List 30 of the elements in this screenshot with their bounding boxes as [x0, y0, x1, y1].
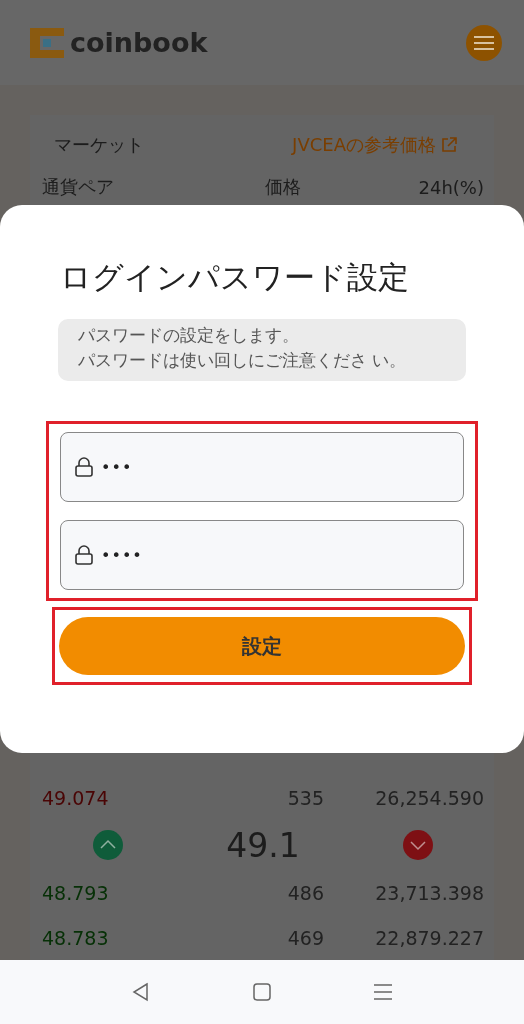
- notice-text: パスワードは使い回しにご注意くださ い。: [78, 350, 408, 372]
- password-field[interactable]: ••••: [60, 520, 464, 590]
- bid-price: 48.793: [42, 881, 110, 904]
- menu-icon: [474, 35, 494, 50]
- dialog-title: ログインパスワード設定: [60, 258, 410, 297]
- home-icon[interactable]: [252, 982, 272, 1002]
- market-title: マーケット: [54, 133, 144, 157]
- ask-price: 49.074: [42, 786, 110, 809]
- password-field[interactable]: •••: [60, 432, 464, 502]
- total-cell-text: 22,879.227: [374, 926, 484, 949]
- logo-icon: [30, 27, 64, 58]
- column-header: 通貨ペア: [42, 175, 115, 199]
- total-cell-text: 23,713.398: [374, 881, 484, 904]
- logo-text: coinbook: [70, 27, 208, 58]
- amount-cell-text: 535: [286, 786, 324, 809]
- back-icon[interactable]: [130, 982, 151, 1002]
- menu-icon[interactable]: [373, 982, 394, 1002]
- lock-icon: [75, 457, 93, 477]
- bid-price: 48.783: [42, 926, 110, 949]
- mid-price: 49.1: [226, 825, 300, 865]
- menu-button[interactable]: [466, 24, 502, 61]
- external-link-icon: [440, 136, 458, 154]
- amount-cell-text: 486: [286, 881, 324, 904]
- notice-text: パスワードの設定をします。: [78, 325, 300, 347]
- amount-cell-text: 469: [286, 926, 324, 949]
- column-header: 24h(%): [417, 176, 484, 198]
- column-header: 価格: [264, 175, 302, 199]
- total-cell-text: 26,254.590: [374, 786, 484, 809]
- lock-icon: [75, 545, 93, 565]
- submit-button[interactable]: 設定: [59, 617, 465, 675]
